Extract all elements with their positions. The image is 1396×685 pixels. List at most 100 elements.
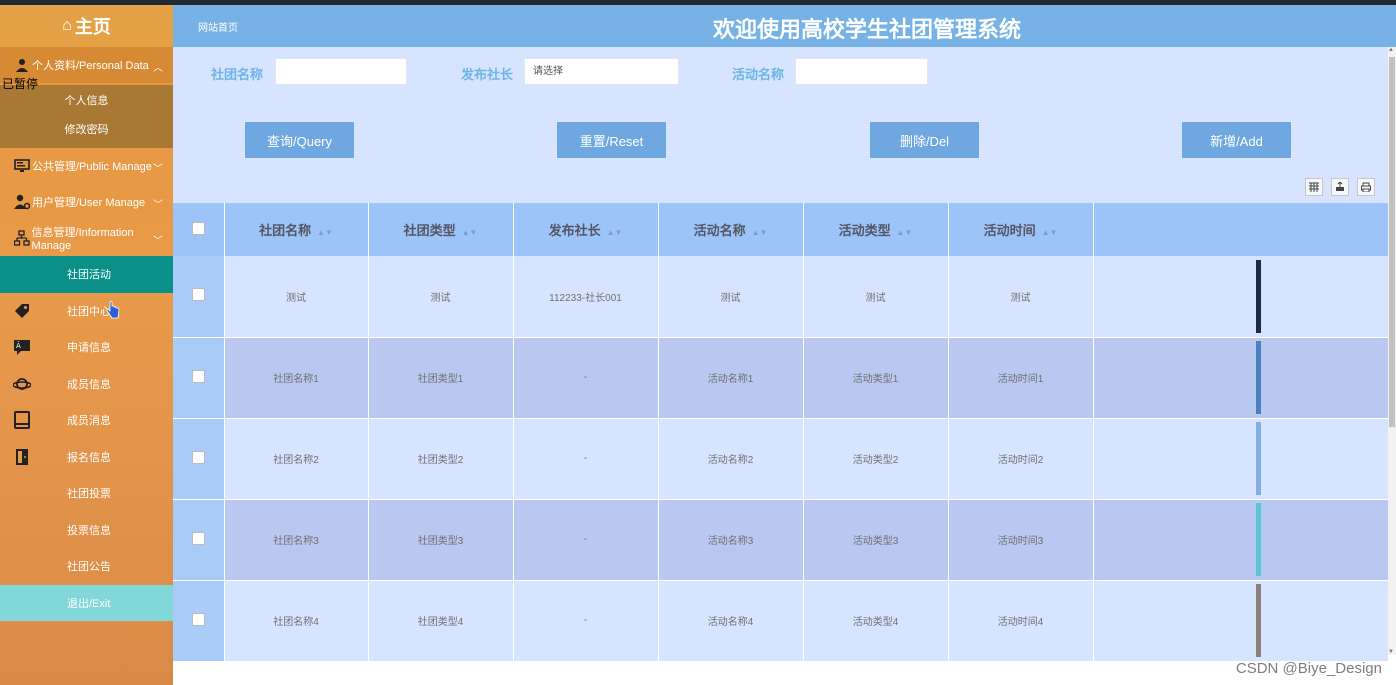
table-body: 测试测试112233-社长001测试测试测试报名详情/Details社团名称1社… — [173, 256, 1389, 662]
query-button[interactable]: 查询/Query — [245, 122, 354, 158]
reset-button[interactable]: 重置/Reset — [557, 122, 666, 158]
home-icon: ⌂ — [62, 17, 72, 34]
president-label: 发布社长 — [461, 67, 514, 82]
scroll-up-icon[interactable]: ▲ — [1388, 47, 1394, 53]
row-select-cell[interactable] — [173, 337, 225, 419]
sidebar: ⌂ 主页 个人资料/Personal Data ︿ 个人信息 修改密码 公共管理… — [0, 5, 173, 685]
row-checkbox[interactable] — [191, 288, 205, 302]
sort-icon: ▲▼ — [606, 228, 623, 237]
activity-image-thumbnail[interactable] — [1255, 259, 1261, 333]
cell-club-name: 社团名称3 — [224, 499, 369, 581]
sidebar-item-signup-info[interactable]: 报名信息 — [0, 439, 173, 476]
scroll-down-icon[interactable]: ▼ — [1388, 649, 1394, 655]
sidebar-home[interactable]: ⌂ 主页 — [0, 5, 173, 47]
sidebar-item-exit[interactable]: 退出/Exit — [0, 584, 173, 621]
select-all-checkbox[interactable] — [191, 221, 205, 235]
table-row: 社团名称2社团类型2-活动名称2活动类型2活动时间2报名详情/Details — [173, 418, 1389, 500]
sidebar-home-label: 主页 — [74, 17, 111, 37]
cell-activity-time: 活动时间1 — [948, 337, 1094, 419]
submenu-item-change-password[interactable]: 修改密码 — [0, 114, 173, 143]
sidebar-item-label: 退出/Exit — [67, 597, 111, 610]
column-header[interactable]: 活动类型 ▲▼ — [803, 203, 949, 256]
sidebar-group-information[interactable]: 信息管理/Information Manage ﹀ — [0, 220, 173, 256]
cell-image — [1093, 337, 1389, 419]
cell-activity-type: 活动类型1 — [803, 337, 949, 419]
table-row: 社团名称1社团类型1-活动名称1活动类型1活动时间1报名详情/Details — [173, 337, 1389, 419]
column-header[interactable]: 活动名称 ▲▼ — [658, 203, 804, 256]
row-checkbox[interactable] — [191, 612, 205, 626]
paused-overlay-label: 已暂停 — [2, 77, 39, 91]
chevron-down-icon: ﹀ — [153, 236, 163, 247]
add-button[interactable]: 新增/Add — [1182, 122, 1291, 158]
sidebar-item-label: 社团公告 — [67, 561, 111, 574]
club-name-input[interactable] — [275, 58, 407, 85]
columns-icon[interactable] — [1305, 178, 1323, 196]
row-checkbox[interactable] — [191, 531, 205, 545]
cell-president: - — [513, 337, 659, 419]
activity-image-thumbnail[interactable] — [1255, 584, 1261, 657]
sidebar-group-label: 个人资料/Personal Data — [32, 60, 149, 72]
sidebar-item-club-vote[interactable]: 社团投票 — [0, 475, 173, 512]
row-checkbox[interactable] — [191, 369, 205, 383]
translate-icon: Ā — [13, 338, 31, 356]
site-home-link[interactable]: 网站首页 — [198, 19, 238, 34]
sidebar-item-application-info[interactable]: Ā 申请信息 — [0, 329, 173, 366]
row-select-cell[interactable] — [173, 580, 225, 662]
org-chart-icon — [12, 230, 32, 246]
sort-icon: ▲▼ — [461, 228, 478, 237]
column-header-label: 社团名称 — [259, 223, 312, 238]
row-checkbox[interactable] — [191, 450, 205, 464]
table-header-row: 社团名称 ▲▼ 社团类型 ▲▼ 发布社长 ▲▼ 活动名称 ▲▼ 活动类型 ▲▼ 活动时间 ▲… — [173, 203, 1389, 256]
column-header[interactable]: 社团类型 ▲▼ — [368, 203, 514, 256]
activity-table: 社团名称 ▲▼ 社团类型 ▲▼ 发布社长 ▲▼ 活动名称 ▲▼ 活动类型 ▲▼ 活动时间 ▲… — [173, 203, 1389, 662]
select-all-cell[interactable] — [173, 203, 225, 256]
activity-name-label: 活动名称 — [732, 67, 785, 82]
vertical-scrollbar[interactable]: ▲ ▼ — [1388, 47, 1396, 655]
sidebar-item-label: 成员信息 — [67, 378, 111, 391]
column-header[interactable]: 活动时间 ▲▼ — [948, 203, 1094, 256]
table-toolbar — [173, 167, 1388, 203]
row-select-cell[interactable] — [173, 499, 225, 581]
table-row: 测试测试112233-社长001测试测试测试报名详情/Details — [173, 256, 1389, 338]
delete-button[interactable]: 删除/Del — [870, 122, 979, 158]
president-select[interactable]: 请选择 — [524, 58, 679, 85]
table-row: 社团名称4社团类型4-活动名称4活动类型4活动时间4报名详情/Details — [173, 580, 1389, 662]
cell-activity-name: 活动名称4 — [658, 580, 804, 662]
main-content: 网站首页 欢迎使用高校学生社团管理系统 社团名称 发布社长 请选择 活动名称 查… — [173, 5, 1396, 685]
column-header[interactable]: 社团名称 ▲▼ — [224, 203, 369, 256]
cell-club-name: 测试 — [224, 256, 369, 338]
cell-activity-name: 活动名称1 — [658, 337, 804, 419]
sort-icon: ▲▼ — [317, 228, 333, 237]
cell-club-name: 社团名称4 — [224, 580, 369, 662]
print-icon[interactable] — [1357, 178, 1375, 196]
watermark: CSDN @Biye_Design — [1235, 660, 1382, 677]
column-header — [1093, 203, 1389, 256]
activity-name-input[interactable] — [795, 58, 928, 85]
cell-activity-time: 活动时间3 — [948, 499, 1094, 581]
cell-activity-name: 活动名称2 — [658, 418, 804, 500]
row-select-cell[interactable] — [173, 256, 225, 338]
column-header-label: 活动名称 — [693, 223, 746, 238]
row-select-cell[interactable] — [173, 418, 225, 500]
sidebar-group-public[interactable]: 公共管理/Public Manage ﹀ — [0, 148, 173, 184]
sidebar-item-member-info[interactable]: 成员信息 — [0, 366, 173, 403]
sidebar-item-club-center[interactable]: 社团中心 — [0, 293, 173, 330]
cell-club-type: 测试 — [368, 256, 514, 338]
cell-club-type: 社团类型2 — [368, 418, 514, 500]
header-bar: 网站首页 欢迎使用高校学生社团管理系统 — [173, 5, 1396, 47]
sidebar-item-member-messages[interactable]: 成员消息 — [0, 402, 173, 439]
export-icon[interactable] — [1331, 178, 1349, 196]
scrollbar-thumb[interactable] — [1389, 57, 1395, 427]
activity-image-thumbnail[interactable] — [1255, 503, 1261, 576]
sort-icon: ▲▼ — [1041, 228, 1058, 237]
activity-image-thumbnail[interactable] — [1255, 422, 1261, 495]
sidebar-item-vote-info[interactable]: 投票信息 — [0, 512, 173, 549]
column-header[interactable]: 发布社长 ▲▼ — [513, 203, 659, 256]
sidebar-group-label: 信息管理/Information Manage — [31, 227, 134, 252]
activity-image-thumbnail[interactable] — [1255, 341, 1261, 414]
sidebar-item-club-activity[interactable]: 社团活动 — [0, 256, 173, 293]
sidebar-group-user[interactable]: 用户管理/User Manage ﹀ — [0, 184, 173, 220]
user-gear-icon — [12, 194, 32, 210]
cell-president: - — [513, 580, 659, 662]
sidebar-item-club-notice[interactable]: 社团公告 — [0, 548, 173, 585]
